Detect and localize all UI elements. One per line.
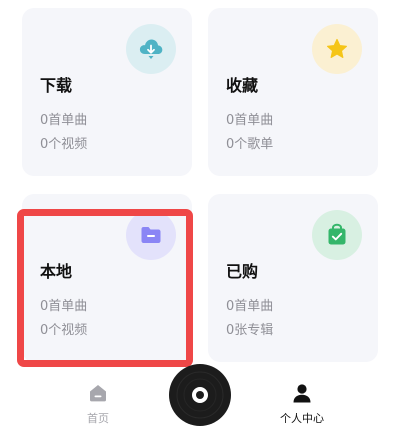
favorite-title: 收藏 bbox=[226, 76, 259, 95]
cloud-download-icon bbox=[126, 24, 176, 74]
shopping-bag-icon bbox=[312, 210, 362, 260]
favorite-playlist-count: 0个歌单 bbox=[226, 137, 274, 152]
user-icon bbox=[292, 382, 312, 404]
nav-home-label: 首页 bbox=[87, 412, 109, 425]
download-song-count: 0首单曲 bbox=[40, 113, 88, 128]
bought-album-count: 0张专辑 bbox=[226, 323, 274, 338]
nav-home[interactable]: 首页 bbox=[58, 382, 138, 426]
vinyl-disc-icon bbox=[176, 371, 224, 419]
favorite-song-count: 0首单曲 bbox=[226, 113, 274, 128]
bought-title: 已购 bbox=[226, 262, 259, 281]
bought-song-count: 0首单曲 bbox=[226, 299, 274, 314]
local-song-count: 0首单曲 bbox=[40, 299, 88, 314]
download-video-count: 0个视频 bbox=[40, 137, 88, 152]
favorite-card[interactable]: 收藏 0首单曲 0个歌单 bbox=[208, 8, 378, 176]
download-card[interactable]: 下载 0首单曲 0个视频 bbox=[22, 8, 192, 176]
nav-profile-label: 个人中心 bbox=[280, 412, 324, 425]
nav-profile[interactable]: 个人中心 bbox=[262, 382, 342, 426]
home-icon bbox=[88, 382, 108, 404]
download-title: 下载 bbox=[40, 76, 73, 95]
star-icon bbox=[312, 24, 362, 74]
local-video-count: 0个视频 bbox=[40, 323, 88, 338]
vinyl-disc-button[interactable] bbox=[169, 364, 231, 426]
local-card[interactable]: 本地 0首单曲 0个视频 bbox=[22, 194, 192, 362]
local-title: 本地 bbox=[40, 262, 73, 281]
folder-icon bbox=[126, 210, 176, 260]
bought-card[interactable]: 已购 0首单曲 0张专辑 bbox=[208, 194, 378, 362]
